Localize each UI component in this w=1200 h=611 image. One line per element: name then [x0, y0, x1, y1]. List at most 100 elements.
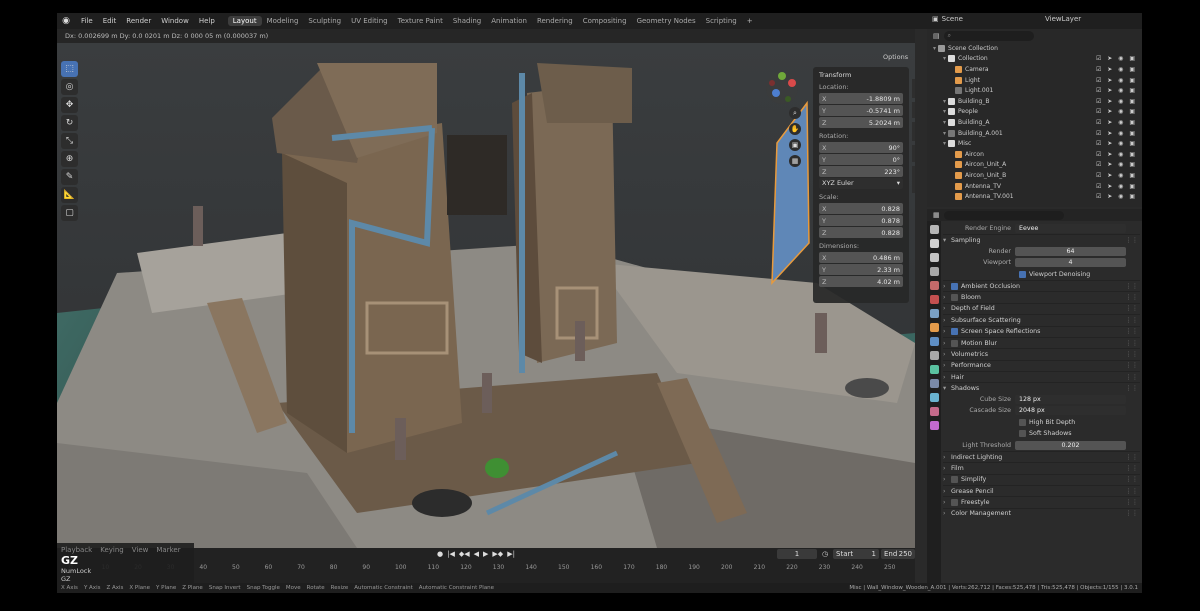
- cascade-size-dropdown[interactable]: 2048 px: [1015, 406, 1126, 416]
- end-frame-field[interactable]: End 250: [881, 549, 915, 559]
- outliner-row[interactable]: ▾ Misc ☑ ➤ ◉ ▣: [927, 138, 1142, 149]
- color-management-panel-header[interactable]: › Color Management ⋮⋮: [943, 507, 1140, 520]
- tab-modeling[interactable]: Modeling: [262, 16, 304, 26]
- light-threshold-field[interactable]: 0.202: [1015, 440, 1126, 450]
- scene-selector[interactable]: ▣ Scene: [932, 15, 963, 23]
- visibility-toggles[interactable]: ☑ ➤ ◉ ▣: [1096, 108, 1137, 115]
- render-tab-icon[interactable]: [929, 239, 939, 248]
- view-layer-selector[interactable]: ViewLayer: [1045, 15, 1081, 23]
- sidebar-tab-trim-uv[interactable]: Trim UV: [912, 165, 915, 194]
- screen-space-reflections-panel-header[interactable]: › Screen Space Reflections ⋮⋮: [943, 325, 1140, 337]
- tab-compositing[interactable]: Compositing: [578, 16, 632, 26]
- location-y-field[interactable]: Y -0.5741 m: [819, 105, 903, 116]
- timeline-menu-marker[interactable]: Marker: [156, 546, 180, 554]
- outliner-row[interactable]: ▾ Building_A ☑ ➤ ◉ ▣: [927, 117, 1142, 128]
- visibility-toggles[interactable]: ☑ ➤ ◉ ▣: [1096, 193, 1137, 200]
- menu-help[interactable]: Help: [199, 17, 215, 25]
- perspective-grid-icon[interactable]: ▦: [789, 155, 801, 167]
- rotation-x-field[interactable]: X 90°: [819, 142, 903, 153]
- outliner-row[interactable]: ▾ Building_A.001 ☑ ➤ ◉ ▣: [927, 128, 1142, 139]
- view-layer-tab-icon[interactable]: [929, 267, 939, 276]
- outliner-row[interactable]: Light.001 ☑ ➤ ◉ ▣: [927, 85, 1142, 96]
- expand-arrow-icon[interactable]: ▾: [943, 108, 946, 115]
- timeline-menu-playback[interactable]: Playback: [61, 546, 92, 554]
- zoom-icon[interactable]: ⌕: [789, 107, 801, 119]
- hair-panel-header[interactable]: › Hair ⋮⋮: [943, 371, 1140, 383]
- visibility-toggles[interactable]: ☑ ➤ ◉ ▣: [1096, 87, 1137, 94]
- location-x-field[interactable]: X -1.8809 m: [819, 93, 903, 104]
- cube-size-dropdown[interactable]: 128 px: [1015, 395, 1126, 405]
- viewport-samples-field[interactable]: 4: [1015, 258, 1126, 268]
- freestyle-checkbox[interactable]: [951, 499, 958, 507]
- tab-geometry-nodes[interactable]: Geometry Nodes: [632, 16, 701, 26]
- physics-tab-icon[interactable]: [929, 365, 939, 374]
- timeline-menu-view[interactable]: View: [132, 546, 149, 554]
- collection-tab-icon[interactable]: [929, 309, 939, 318]
- volumetrics-panel-header[interactable]: › Volumetrics ⋮⋮: [943, 348, 1140, 360]
- expand-arrow-icon[interactable]: ▾: [943, 119, 946, 126]
- timeline-menu-keying[interactable]: Keying: [100, 546, 124, 554]
- drag-handle-icon[interactable]: ⋮⋮: [1125, 328, 1138, 335]
- transform-tool-icon[interactable]: ⊕: [61, 151, 78, 167]
- render-engine-dropdown[interactable]: Eevee: [1015, 224, 1126, 234]
- measure-tool-icon[interactable]: 📐: [61, 187, 78, 203]
- texture-tab-icon[interactable]: [929, 421, 939, 430]
- rotation-z-field[interactable]: Z 223°: [819, 166, 903, 177]
- filter-icon[interactable]: ▤: [933, 32, 940, 40]
- navigation-gizmo[interactable]: [765, 71, 799, 105]
- menu-render[interactable]: Render: [126, 17, 151, 25]
- tab-layout[interactable]: Layout: [227, 16, 262, 26]
- freestyle-panel-header[interactable]: › Freestyle ⋮⋮: [943, 496, 1140, 508]
- drag-handle-icon[interactable]: ⋮⋮: [1125, 454, 1138, 461]
- pan-hand-icon[interactable]: ✋: [789, 123, 801, 135]
- outliner-row[interactable]: Aircon_Unit_A ☑ ➤ ◉ ▣: [927, 160, 1142, 171]
- outliner-row[interactable]: ▾ People ☑ ➤ ◉ ▣: [927, 107, 1142, 118]
- expand-arrow-icon[interactable]: ▾: [943, 140, 946, 147]
- drag-handle-icon[interactable]: ⋮⋮: [1125, 499, 1138, 506]
- visibility-toggles[interactable]: ☑ ➤ ◉ ▣: [1096, 130, 1137, 137]
- rotate-tool-icon[interactable]: ↻: [61, 115, 78, 131]
- expand-arrow-icon[interactable]: ▾: [933, 45, 936, 52]
- drag-handle-icon[interactable]: ⋮⋮: [1125, 362, 1138, 369]
- indirect-lighting-panel-header[interactable]: › Indirect Lighting ⋮⋮: [943, 450, 1140, 463]
- depth-of-field-panel-header[interactable]: › Depth of Field ⋮⋮: [943, 302, 1140, 315]
- high-bit-depth-checkbox[interactable]: [1019, 418, 1026, 426]
- outliner-row[interactable]: Camera ☑ ➤ ◉ ▣: [927, 64, 1142, 75]
- visibility-toggles[interactable]: ☑ ➤ ◉ ▣: [1096, 161, 1137, 168]
- sidebar-tab-edit[interactable]: Edit: [912, 145, 915, 162]
- drag-handle-icon[interactable]: ⋮⋮: [1125, 237, 1138, 244]
- object-tab-icon[interactable]: [929, 323, 939, 332]
- tool-tab-icon[interactable]: [929, 225, 939, 234]
- start-frame-field[interactable]: Start 1: [833, 549, 879, 559]
- dimensions-x-field[interactable]: X 0.486 m: [819, 252, 903, 263]
- drag-handle-icon[interactable]: ⋮⋮: [1125, 351, 1138, 358]
- visibility-toggles[interactable]: ☑ ➤ ◉ ▣: [1096, 183, 1137, 190]
- bloom-checkbox[interactable]: [951, 294, 958, 302]
- sidebar-tab-view[interactable]: View: [912, 122, 915, 142]
- jump-start-icon[interactable]: |◀: [447, 550, 455, 558]
- scale-z-field[interactable]: Z 0.828: [819, 227, 903, 238]
- prev-key-icon[interactable]: ◆◀: [459, 550, 470, 558]
- current-frame-field[interactable]: 1: [777, 549, 817, 559]
- rotation-mode-dropdown[interactable]: XYZ Euler ▾: [819, 178, 903, 189]
- cursor-tool-icon[interactable]: ◎: [61, 79, 78, 95]
- tab-animation[interactable]: Animation: [486, 16, 532, 26]
- menu-edit[interactable]: Edit: [103, 17, 117, 25]
- visibility-toggles[interactable]: ☑ ➤ ◉ ▣: [1096, 55, 1137, 62]
- drag-handle-icon[interactable]: ⋮⋮: [1125, 294, 1138, 301]
- visibility-toggles[interactable]: ☑ ➤ ◉ ▣: [1096, 77, 1137, 84]
- drag-handle-icon[interactable]: ⋮⋮: [1125, 465, 1138, 472]
- record-icon[interactable]: ●: [437, 550, 443, 558]
- tab-texture-paint[interactable]: Texture Paint: [393, 16, 448, 26]
- material-tab-icon[interactable]: [929, 407, 939, 416]
- outliner-search-input[interactable]: ⌕: [943, 31, 1034, 41]
- tab-scripting[interactable]: Scripting: [701, 16, 742, 26]
- outliner-row[interactable]: ▾ Collection ☑ ➤ ◉ ▣: [927, 54, 1142, 65]
- bloom-panel-header[interactable]: › Bloom ⋮⋮: [943, 291, 1140, 303]
- move-tool-icon[interactable]: ✥: [61, 97, 78, 113]
- visibility-toggles[interactable]: ☑ ➤ ◉ ▣: [1096, 119, 1137, 126]
- editor-type-icon[interactable]: ▦: [933, 211, 940, 219]
- add-workspace-button[interactable]: +: [742, 16, 758, 26]
- dimensions-z-field[interactable]: Z 4.02 m: [819, 276, 903, 287]
- outliner-row[interactable]: Aircon ☑ ➤ ◉ ▣: [927, 149, 1142, 160]
